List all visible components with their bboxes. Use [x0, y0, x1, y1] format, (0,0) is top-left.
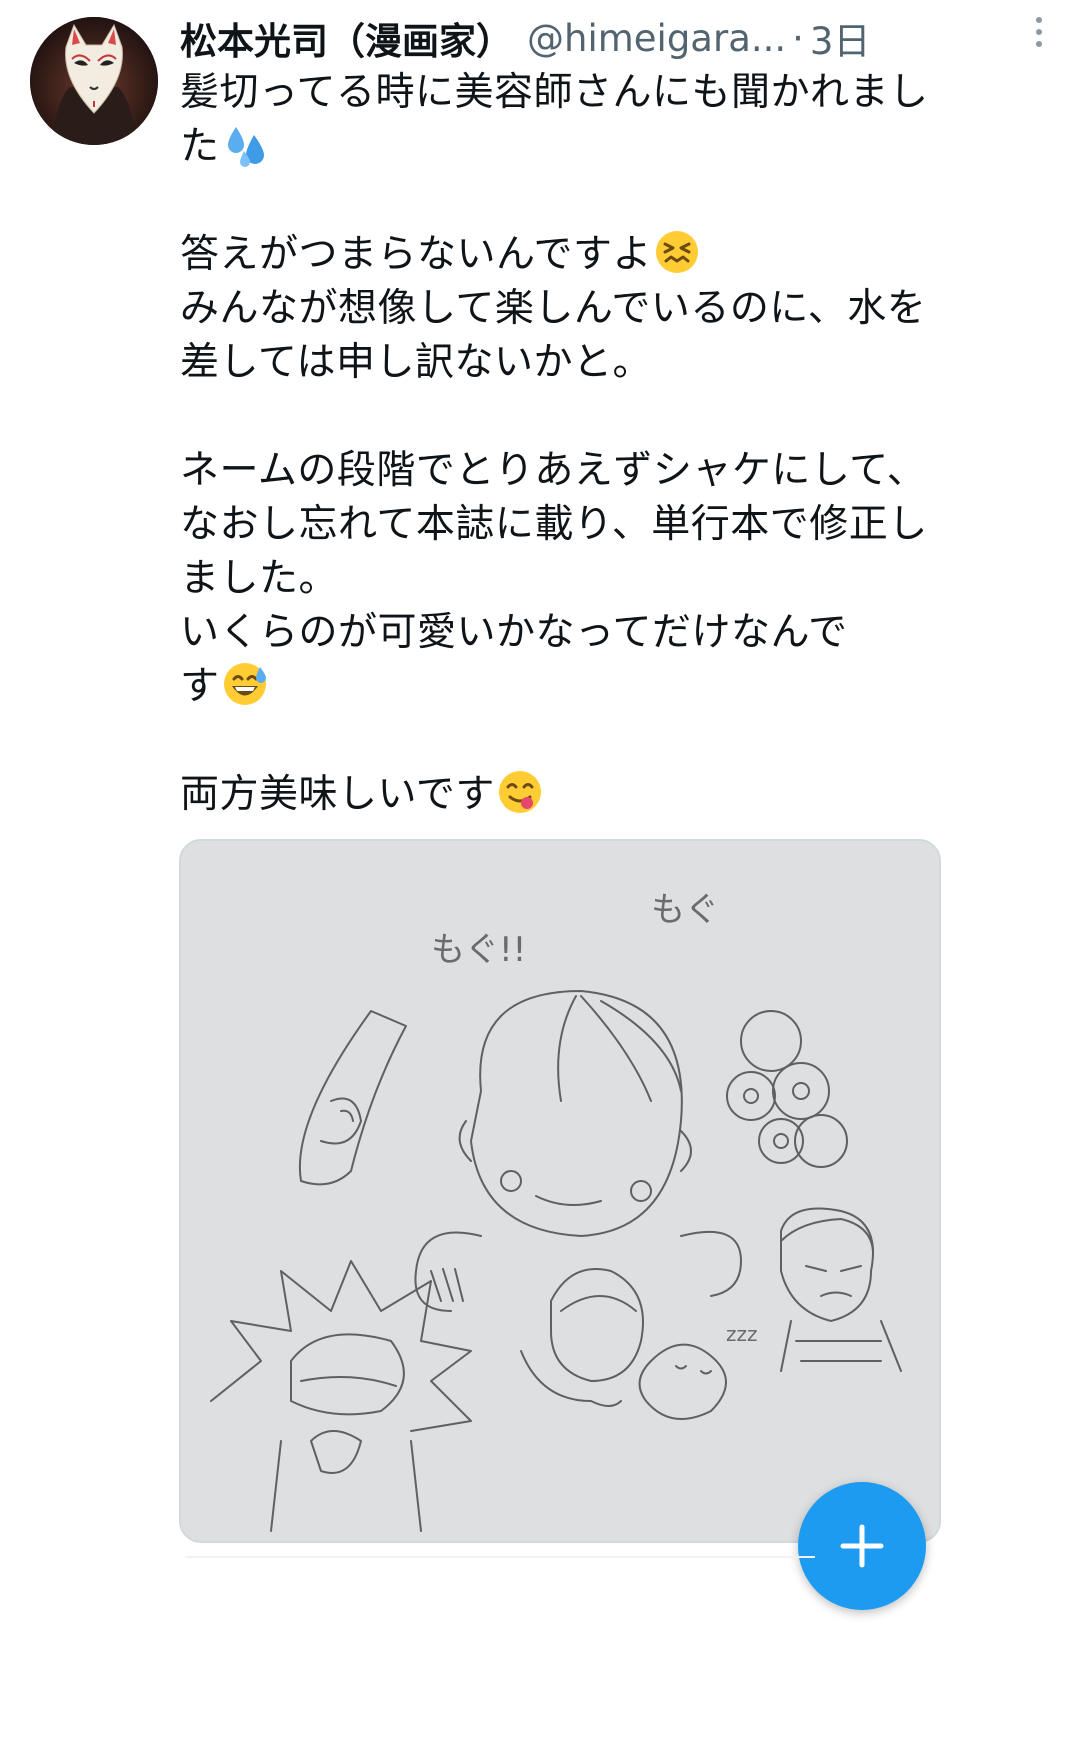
tweet-media-image[interactable]: もぐ!! もぐ zzz — [179, 839, 941, 1543]
timestamp[interactable]: 3日 — [810, 11, 871, 65]
separator-dot: · — [792, 16, 804, 60]
tweet[interactable]: 松本光司（漫画家） @himeigara... · 3日 髪切ってる時に美容師さ… — [0, 0, 1079, 1754]
sketch-text-1: もぐ!! — [431, 930, 526, 970]
text-line: 両方美味しいです — [180, 768, 940, 822]
tweet-text: 髪切ってる時に美容師さんにも聞かれまし た 答えがつまらないんですよ みんなが想… — [180, 66, 940, 822]
text-line: 答えがつまらないんですよ — [180, 228, 940, 282]
fox-mask-avatar-icon — [30, 17, 158, 145]
text-line: みんなが想像して楽しんでいるのに、水を — [180, 286, 927, 331]
user-handle[interactable]: @himeigara... — [527, 17, 786, 60]
text-line: いくらのが可愛いかなってだけなんで — [180, 610, 848, 655]
text-line: ネームの段階でとりあえずシャケにして、 — [180, 448, 927, 493]
tweet-header: 松本光司（漫画家） @himeigara... · 3日 — [180, 10, 940, 66]
avatar[interactable] — [30, 17, 158, 145]
savoring-food-face-emoji-icon — [497, 769, 543, 830]
plus-icon — [840, 1524, 884, 1568]
text-line: 差しては申し訳ないかと。 — [180, 340, 653, 385]
grinning-sweat-emoji-icon — [222, 661, 268, 722]
compose-tweet-button[interactable] — [798, 1482, 926, 1610]
sweat-droplets-emoji-icon — [222, 121, 268, 182]
text-line: 髪切ってる時に美容師さんにも聞かれまし — [180, 70, 929, 115]
confounded-face-emoji-icon — [654, 229, 700, 290]
text-line: た — [180, 120, 940, 174]
more-vertical-icon[interactable] — [1019, 10, 1059, 54]
pencil-sketch-illustration: もぐ!! もぐ zzz — [181, 841, 939, 1541]
sketch-text-2: もぐ — [651, 890, 719, 930]
text-line: なおし忘れて本誌に載り、単行本で修正し — [180, 502, 928, 547]
text-line: す — [180, 660, 940, 714]
sketch-text-3: zzz — [726, 1322, 758, 1346]
divider — [185, 1556, 815, 1558]
display-name[interactable]: 松本光司（漫画家） — [180, 11, 513, 65]
text-line: ました。 — [180, 556, 339, 601]
